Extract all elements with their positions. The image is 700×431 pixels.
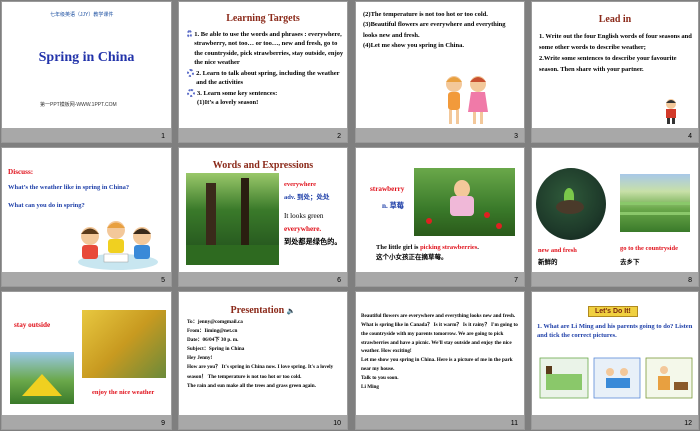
- slide-thumbnail-10[interactable]: Presentation 🔈 To：jenny@comgmail.ca From…: [178, 291, 348, 430]
- discuss-label: Discuss:: [8, 168, 34, 176]
- slide-number: 8: [688, 277, 692, 284]
- slide-thumbnail-11[interactable]: Beautiful flowers are everywhere and eve…: [355, 291, 525, 430]
- tent-photo: [10, 352, 74, 404]
- slide-bar: [2, 128, 171, 142]
- bullet-icon: [187, 30, 193, 38]
- forest-photo: [186, 173, 279, 265]
- slide-number: 1: [161, 133, 165, 140]
- bullet-icon: [187, 68, 195, 77]
- speaker-icon[interactable]: 🔈: [287, 307, 296, 315]
- slide-number: 7: [514, 277, 518, 284]
- slide-number: 4: [688, 133, 692, 140]
- exercise-pictures: [539, 357, 693, 399]
- blossom-photo: [82, 310, 166, 378]
- bullet-icon: [187, 88, 195, 97]
- slide-number: 2: [337, 133, 341, 140]
- word-everywhere: everywhere: [284, 181, 317, 188]
- slide-thumbnail-3[interactable]: (2)The temperature is not too hot or too…: [355, 1, 525, 143]
- lets-do-it-badge: Let's Do It!: [588, 306, 638, 317]
- slide-thumbnail-12[interactable]: Let's Do It! 1. What are Li Ming and his…: [531, 291, 699, 430]
- slide-bar: [532, 415, 698, 429]
- slide-bar: [356, 415, 524, 429]
- target-item-3a: (1)It’s a lovely season!: [197, 98, 259, 106]
- slide-bar: [532, 272, 698, 286]
- sprout-photo: [536, 168, 606, 240]
- boy-illustration: [666, 99, 676, 124]
- word-definition: n. 草莓: [382, 202, 404, 210]
- slide-footer: 第一PPT模板网-WWW.1PPT.COM: [40, 102, 117, 108]
- word-definition: adv. 到处；处处: [284, 194, 330, 201]
- kids-reading-illustration: [78, 221, 158, 270]
- children-illustration: [446, 76, 488, 124]
- slide-header-cn: 七年级英语（JJY）教学课件: [50, 12, 114, 18]
- slide-thumbnail-7[interactable]: strawberry n. 草莓 The little girl is pick…: [355, 147, 525, 287]
- slide-thumbnail-2[interactable]: Learning Targets 1. Be able to use the w…: [178, 1, 348, 143]
- slide-thumbnail-9[interactable]: stay outside enjoy the nice weather 9: [1, 291, 172, 430]
- targets-list: 1. Be able to use the words and phrases …: [187, 30, 345, 107]
- phrase-stay-outside: stay outside: [14, 321, 51, 329]
- slide-thumbnail-5[interactable]: Discuss: What’s the weather like in spri…: [1, 147, 172, 287]
- slide-number: 5: [161, 277, 165, 284]
- slide-bar: [532, 128, 698, 142]
- target-item-1: 1. Be able to use the words and phrases …: [187, 30, 345, 68]
- slide-number: 11: [510, 420, 518, 427]
- email-continued: Beautiful flowers are everywhere and eve…: [361, 313, 518, 390]
- slide-bar: [179, 128, 347, 142]
- slide-bar: [179, 415, 347, 429]
- slide-number: 3: [514, 133, 518, 140]
- slide-bar: [2, 272, 171, 286]
- slide-title: Learning Targets: [226, 13, 300, 24]
- slide-bar: [356, 272, 524, 286]
- slide-number: 10: [333, 420, 341, 427]
- slide-bar: [2, 415, 171, 429]
- slide-thumbnail-6[interactable]: Words and Expressions everywhere adv. 到处…: [178, 147, 348, 287]
- slide-title: Presentation 🔈: [230, 305, 296, 316]
- example-sentence: It looks green: [284, 212, 324, 220]
- slide-thumbnail-8[interactable]: new and fresh 新鲜的 go to the countryside …: [531, 147, 699, 287]
- slide-title: Lead in: [598, 14, 632, 25]
- slide-sorter-grid: 七年级英语（JJY）教学课件 Spring in China 第一PPT模板网-…: [0, 0, 700, 431]
- exercise-question: 1. What are Li Ming and his parents goin…: [537, 323, 693, 340]
- slide-thumbnail-4[interactable]: Lead in 1. Write out the four English wo…: [531, 1, 699, 143]
- phrase-new-and-fresh-cn: 新鲜的: [538, 259, 558, 266]
- caption-en: The little girl is picking strawberries.: [376, 244, 479, 251]
- slide-thumbnail-1[interactable]: 七年级英语（JJY）教学课件 Spring in China 第一PPT模板网-…: [1, 1, 172, 143]
- slide-number: 6: [337, 277, 341, 284]
- phrase-new-and-fresh: new and fresh: [538, 247, 577, 254]
- example-sentence-cn: 到处都是绿色的。: [284, 238, 342, 246]
- strawberry-photo: [414, 168, 515, 236]
- phrase-countryside-cn: 去乡下: [620, 259, 640, 266]
- target-item-2: 2. Learn to talk about spring, including…: [187, 68, 345, 88]
- word-strawberry: strawberry: [370, 185, 405, 193]
- example-sentence-hl: everywhere.: [284, 225, 322, 233]
- caption-cn: 这个小女孩正在摘草莓。: [376, 254, 448, 261]
- slide-number: 9: [161, 420, 165, 427]
- countryside-photo: [620, 174, 690, 232]
- slide-title: Spring in China: [38, 50, 135, 65]
- email-text: To：jenny@comgmail.ca From：Iiming@net.cn …: [187, 319, 334, 389]
- slide-bar: [179, 272, 347, 286]
- phrase-enjoy-weather: enjoy the nice weather: [92, 389, 155, 396]
- target-item-3: 3. Learn some key sentences:: [187, 88, 345, 98]
- lead-in-text: 1. Write out the four English words of f…: [539, 33, 692, 74]
- slide-title: Words and Expressions: [212, 160, 314, 171]
- phrase-countryside: go to the countryside: [620, 245, 678, 252]
- sentences: (2)The temperature is not too hot or too…: [363, 11, 506, 50]
- slide-number: 12: [684, 420, 692, 427]
- slide-bar: [356, 128, 524, 142]
- discuss-question-1: What’s the weather like in spring in Chi…: [8, 184, 130, 191]
- discuss-question-2: What can you do in spring?: [8, 202, 85, 209]
